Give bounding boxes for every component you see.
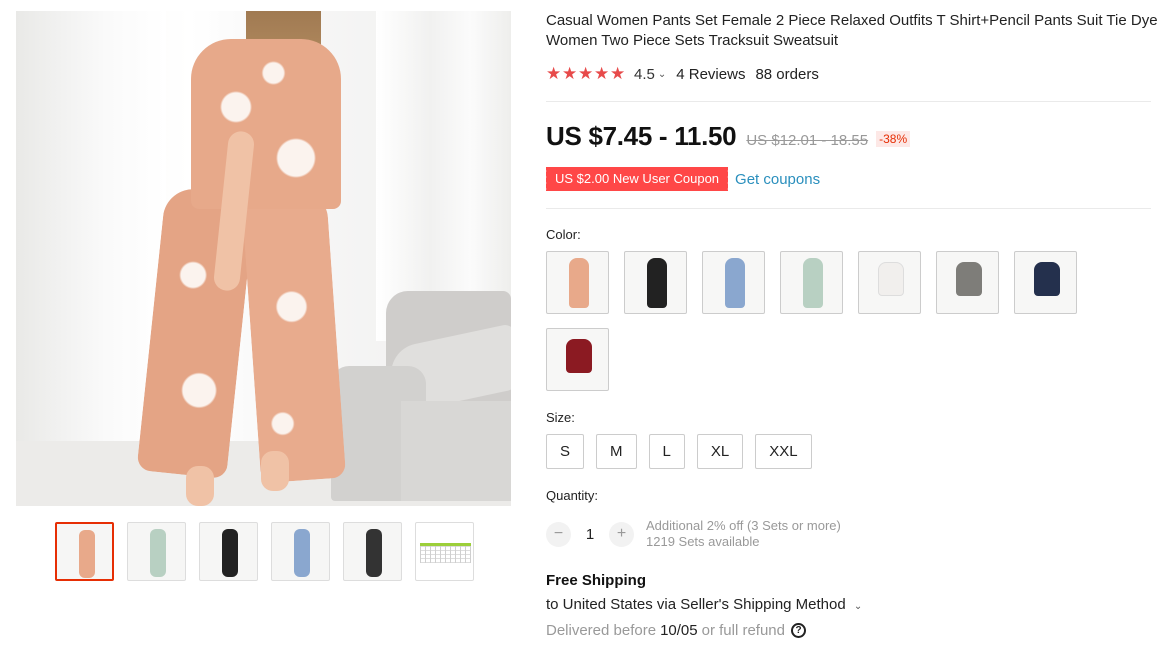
- thumbnail-size-chart[interactable]: [415, 522, 474, 581]
- thumbnail-black[interactable]: [199, 522, 258, 581]
- coupon-row: US $2.00 New User Coupon Get coupons: [543, 167, 820, 191]
- rating-row: ★ ★ ★ ★ ★ 4.5 ⌄ 4 Reviews 88 orders: [546, 64, 819, 84]
- star-icon: ★: [546, 64, 562, 83]
- size-option-xl[interactable]: XL: [696, 434, 744, 469]
- new-user-coupon-badge[interactable]: US $2.00 New User Coupon: [543, 167, 729, 191]
- chevron-down-icon: ⌄: [853, 601, 863, 612]
- original-price: US $12.01 - 18.55: [746, 132, 869, 149]
- discount-badge: -38%: [876, 131, 911, 147]
- shipping-method-selector[interactable]: to United States via Seller's Shipping M…: [546, 596, 872, 613]
- size-option-s[interactable]: S: [546, 434, 585, 469]
- get-coupons-link[interactable]: Get coupons: [735, 171, 820, 188]
- color-swatch-wine-red-shorts[interactable]: [546, 328, 609, 391]
- product-title: Casual Women Pants Set Female 2 Piece Re…: [546, 12, 1158, 49]
- orders-count: 88 orders: [755, 65, 819, 83]
- color-swatch-black[interactable]: [624, 251, 687, 314]
- star-rating: ★ ★ ★ ★ ★: [546, 65, 626, 83]
- price-row: US $7.45 - 11.50 US $12.01 - 18.55 -38%: [546, 121, 911, 152]
- delivered-suffix: or full refund: [701, 622, 785, 639]
- size-option-xxl[interactable]: XXL: [755, 434, 812, 469]
- delivery-estimate: Delivered before 10/05 or full refund ?: [546, 622, 806, 639]
- thumbnail-tie-dye-pink[interactable]: [55, 522, 114, 581]
- current-price: US $7.45 - 11.50: [546, 121, 737, 151]
- color-swatch-white-shorts[interactable]: [858, 251, 921, 314]
- divider: [546, 101, 1151, 102]
- main-product-image[interactable]: [16, 11, 511, 506]
- star-icon: ★: [594, 64, 610, 83]
- color-swatch-gray-shorts[interactable]: [936, 251, 999, 314]
- size-options: S M L XL XXL: [546, 434, 812, 469]
- thumbnail-strip: [55, 522, 474, 581]
- chevron-down-icon[interactable]: ⌄: [658, 69, 666, 80]
- quantity-label: Quantity:: [546, 488, 599, 503]
- sofa: [331, 291, 511, 501]
- stock-available-text: 1219 Sets available: [646, 534, 760, 549]
- size-label: Size:: [546, 410, 575, 425]
- star-icon: ★: [578, 64, 594, 83]
- color-swatch-navy-shorts[interactable]: [1014, 251, 1077, 314]
- model-figure: [136, 11, 347, 506]
- thumbnail-black-tie-dye[interactable]: [343, 522, 402, 581]
- quantity-increase-button[interactable]: +: [609, 521, 634, 547]
- size-option-l[interactable]: L: [648, 434, 685, 469]
- quantity-stepper: − 1 + Additional 2% off (3 Sets or more)…: [546, 518, 841, 550]
- help-icon[interactable]: ?: [791, 623, 806, 638]
- star-icon: ★: [562, 64, 578, 83]
- color-swatch-tie-dye-green[interactable]: [780, 251, 843, 314]
- reviews-link[interactable]: 4 Reviews: [676, 66, 745, 83]
- thumbnail-tie-dye-blue[interactable]: [271, 522, 330, 581]
- quantity-decrease-button[interactable]: −: [546, 521, 571, 547]
- shipping-method-text: to United States via Seller's Shipping M…: [546, 596, 846, 613]
- delivered-prefix: Delivered before: [546, 622, 657, 639]
- divider: [546, 208, 1151, 209]
- color-swatches: [546, 251, 1106, 391]
- quantity-info: Additional 2% off (3 Sets or more) 1219 …: [646, 518, 841, 550]
- quantity-input[interactable]: 1: [571, 526, 609, 543]
- color-swatch-tie-dye-blue[interactable]: [702, 251, 765, 314]
- thumbnail-tie-dye-green[interactable]: [127, 522, 186, 581]
- delivery-date: 10/05: [660, 622, 698, 639]
- star-icon: ★: [610, 64, 626, 83]
- rating-value[interactable]: 4.5: [634, 66, 655, 83]
- free-shipping-title: Free Shipping: [546, 572, 647, 589]
- color-swatch-tie-dye-pink[interactable]: [546, 251, 609, 314]
- color-label: Color:: [546, 227, 581, 242]
- bulk-discount-text: Additional 2% off (3 Sets or more): [646, 518, 841, 533]
- size-option-m[interactable]: M: [596, 434, 637, 469]
